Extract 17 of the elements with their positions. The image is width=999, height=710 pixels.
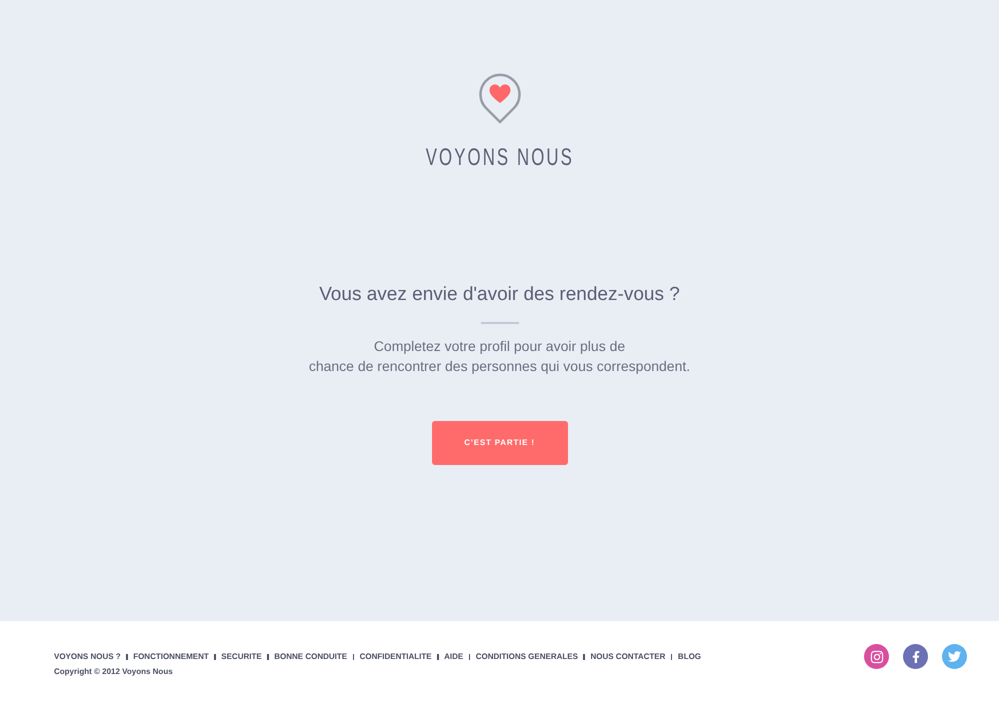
heading: Vous avez envie d'avoir des rendez-vous ? — [319, 283, 680, 307]
logo-text: VOYONS NOUS — [425, 144, 574, 172]
copyright-text: Copyright © 2012 Voyons Nous — [54, 666, 173, 678]
description-text: Completez votre profil pour avoir plus de chance de rencontrer des personnes qui vous correspondent. — [308, 337, 690, 376]
footer-link[interactable]: BONNE CONDUITE — [274, 651, 348, 663]
footer-link[interactable]: SECURITE — [221, 651, 262, 663]
footer-link[interactable]: NOUS CONTACTER — [590, 651, 666, 663]
twitter-icon[interactable] — [942, 644, 967, 669]
instagram-icon[interactable] — [864, 644, 889, 669]
footer-link[interactable]: VOYONS NOUS ? — [54, 651, 121, 663]
footer-link[interactable]: AIDE — [444, 651, 464, 663]
footer-link[interactable]: CONDITIONS GENERALES — [476, 651, 578, 663]
footer-link[interactable]: FONCTIONNEMENT — [133, 651, 209, 663]
heart-pin-icon — [478, 73, 522, 124]
facebook-icon[interactable] — [903, 644, 928, 669]
footer-link[interactable]: BLOG — [678, 651, 702, 663]
footer-link[interactable]: CONFIDENTIALITE — [360, 651, 432, 663]
